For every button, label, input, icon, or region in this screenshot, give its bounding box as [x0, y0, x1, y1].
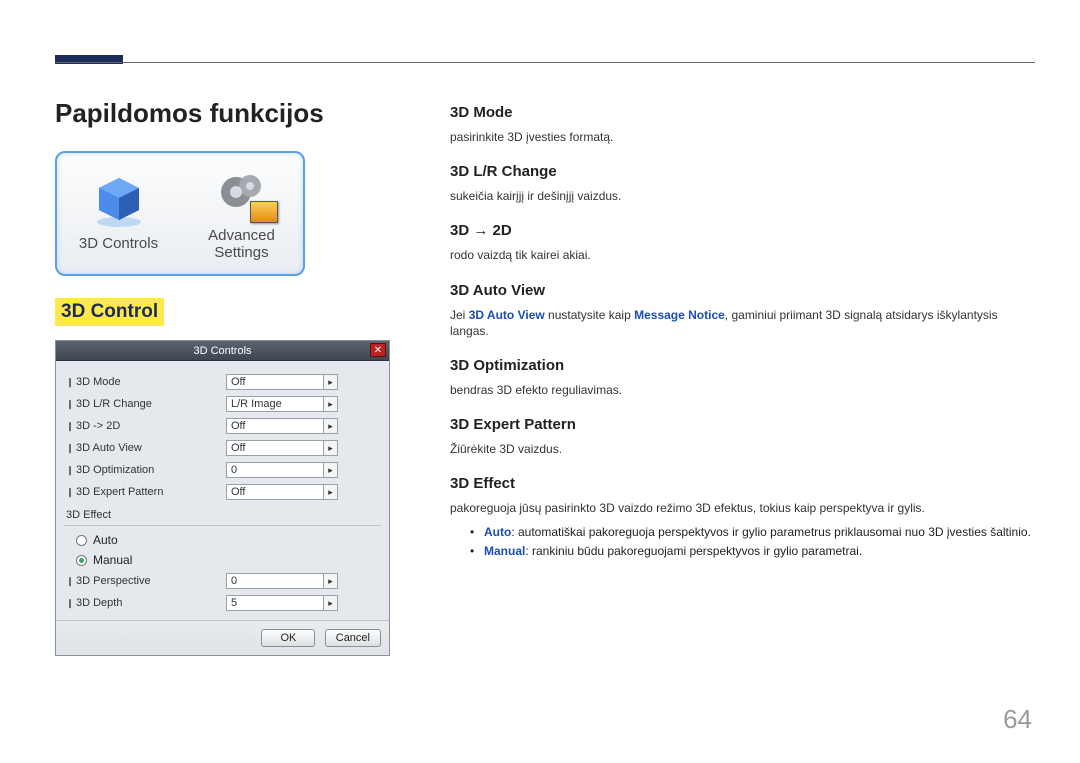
desc-3d-pattern: Žiūrėkite 3D vaizdus. [450, 441, 1032, 457]
cube-3d-icon [89, 174, 149, 229]
section-3d-control: 3D Control [55, 298, 164, 326]
cancel-button[interactable]: Cancel [325, 629, 381, 647]
icons-card: 3D Controls Advanced Settings [55, 151, 305, 276]
value-3d-expert[interactable]: Off [226, 484, 324, 500]
row-3d-auto-view: ❙ 3D Auto View Off ▸ [64, 437, 381, 459]
row-3d-lr: ❙ 3D L/R Change L/R Image ▸ [64, 393, 381, 415]
desc-3d-lr: sukeičia kairįjį ir dešinįjį vaizdus. [450, 188, 1032, 204]
desc-3d-mode: pasirinkite 3D įvesties formatą. [450, 129, 1032, 145]
dialog-titlebar: 3D Controls ✕ [56, 341, 389, 361]
group-3d-effect: 3D Effect [64, 503, 381, 526]
dialog-title: 3D Controls [193, 345, 251, 357]
row-3d-to-2d: ❙ 3D -> 2D Off ▸ [64, 415, 381, 437]
heading-3d-2d: 3D → 2D [450, 222, 1032, 239]
radio-icon[interactable] [76, 555, 87, 566]
chevron-right-icon[interactable]: ▸ [324, 595, 338, 611]
heading-3d-lr: 3D L/R Change [450, 163, 1032, 180]
icons-card-3d-controls[interactable]: 3D Controls [57, 153, 180, 274]
chevron-right-icon[interactable]: ▸ [324, 462, 338, 478]
radio-icon[interactable] [76, 535, 87, 546]
row-3d-perspective: ❙ 3D Perspective 0 ▸ [64, 570, 381, 592]
heading-3d-pattern: 3D Expert Pattern [450, 416, 1032, 433]
value-3d-depth[interactable]: 5 [226, 595, 324, 611]
heading-3d-auto: 3D Auto View [450, 282, 1032, 299]
value-3d-lr[interactable]: L/R Image [226, 396, 324, 412]
effect-auto: Auto: automatiškai pakoreguoja perspekty… [470, 523, 1032, 542]
row-3d-depth: ❙ 3D Depth 5 ▸ [64, 592, 381, 614]
desc-3d-effect: pakoreguoja jūsų pasirinkto 3D vaizdo re… [450, 500, 1032, 516]
value-3d-opt[interactable]: 0 [226, 462, 324, 478]
row-3d-expert: ❙ 3D Expert Pattern Off ▸ [64, 481, 381, 503]
value-3d-perspective[interactable]: 0 [226, 573, 324, 589]
icons-card-advanced[interactable]: Advanced Settings [180, 153, 303, 274]
desc-3d-2d: rodo vaizdą tik kairei akiai. [450, 247, 1032, 263]
chevron-right-icon[interactable]: ▸ [324, 396, 338, 412]
desc-3d-auto: Jei 3D Auto View nustatysite kaip Messag… [450, 307, 1032, 339]
chevron-right-icon[interactable]: ▸ [324, 484, 338, 500]
right-column: 3D Mode pasirinkite 3D įvesties formatą.… [450, 98, 1032, 579]
value-3d-auto[interactable]: Off [226, 440, 324, 456]
icons-card-3d-label: 3D Controls [79, 235, 158, 252]
heading-3d-opt: 3D Optimization [450, 357, 1032, 374]
heading-3d-effect: 3D Effect [450, 475, 1032, 492]
chevron-right-icon[interactable]: ▸ [324, 440, 338, 456]
dialog-3d-controls: 3D Controls ✕ ❙ 3D Mode Off ▸ ❙ 3D L/R C… [55, 340, 390, 656]
header-rule [55, 62, 1035, 63]
close-icon[interactable]: ✕ [370, 343, 386, 357]
thumbnail-icon [250, 201, 278, 223]
gear-icon [212, 166, 272, 221]
left-column: Papildomos funkcijos 3D Controls [55, 98, 395, 656]
dialog-buttons: OK Cancel [56, 620, 389, 655]
radio-manual[interactable]: Manual [64, 550, 381, 570]
value-3d-2d[interactable]: Off [226, 418, 324, 434]
effect-list: Auto: automatiškai pakoreguoja perspekty… [450, 523, 1032, 561]
heading-3d-mode: 3D Mode [450, 104, 1032, 121]
row-3d-mode: ❙ 3D Mode Off ▸ [64, 371, 381, 393]
page-number: 64 [1003, 704, 1032, 735]
chevron-right-icon[interactable]: ▸ [324, 374, 338, 390]
row-3d-optimization: ❙ 3D Optimization 0 ▸ [64, 459, 381, 481]
bullet-icon: ❙ [64, 377, 76, 388]
desc-3d-opt: bendras 3D efekto reguliavimas. [450, 382, 1032, 398]
effect-manual: Manual: rankiniu būdu pakoreguojami pers… [470, 542, 1032, 561]
page-title: Papildomos funkcijos [55, 98, 395, 129]
icons-card-adv-label: Advanced Settings [208, 227, 275, 262]
value-3d-mode[interactable]: Off [226, 374, 324, 390]
chevron-right-icon[interactable]: ▸ [324, 573, 338, 589]
chevron-right-icon[interactable]: ▸ [324, 418, 338, 434]
radio-auto[interactable]: Auto [64, 530, 381, 550]
ok-button[interactable]: OK [261, 629, 315, 647]
